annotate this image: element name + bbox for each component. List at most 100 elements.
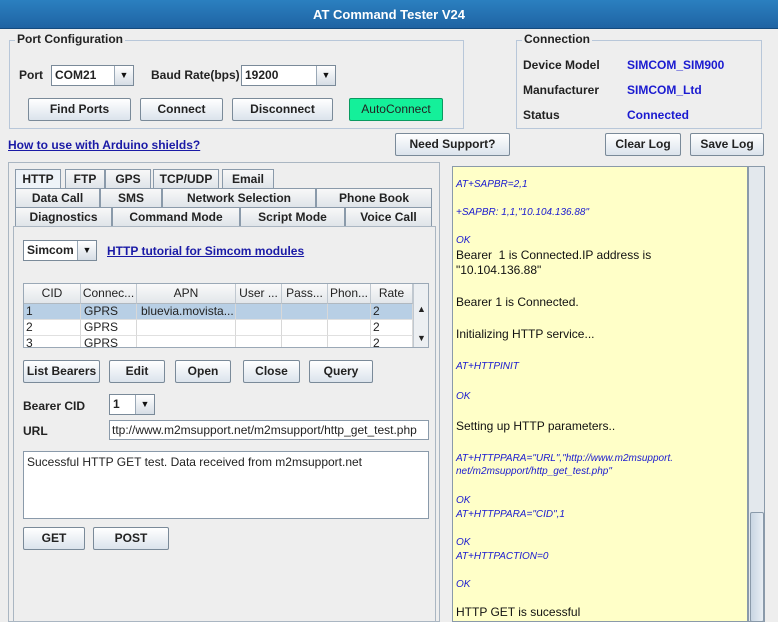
log-line: OK	[456, 537, 471, 548]
status-value: Connected	[627, 108, 690, 122]
table-row[interactable]: 2 GPRS 2	[24, 320, 413, 336]
table-cell	[282, 336, 328, 347]
table-cell: 1	[24, 304, 81, 320]
tab-email[interactable]: Email	[222, 169, 274, 188]
query-button[interactable]: Query	[309, 360, 373, 383]
scrollbar-thumb[interactable]	[750, 512, 764, 622]
bearer-cid-value: 1	[113, 397, 120, 411]
manufacturer-label: Manufacturer	[523, 83, 600, 97]
table-cell	[328, 320, 371, 336]
bearer-cid-label: Bearer CID	[23, 399, 86, 413]
tab-tcp-udp[interactable]: TCP/UDP	[153, 169, 219, 188]
close-button[interactable]: Close	[243, 360, 300, 383]
table-cell	[328, 304, 371, 320]
table-cell	[137, 320, 236, 336]
baud-label: Baud Rate(bps)	[151, 68, 240, 82]
table-scrollbar[interactable]: ▲ ▼	[413, 284, 428, 347]
need-support-button[interactable]: Need Support?	[395, 133, 510, 156]
status-label: Status	[523, 108, 560, 122]
open-button[interactable]: Open	[175, 360, 231, 383]
post-button[interactable]: POST	[93, 527, 169, 550]
table-cell: 3	[24, 336, 81, 347]
column-header[interactable]: Connec...	[81, 284, 137, 304]
module-select[interactable]: Simcom ▼	[23, 240, 97, 261]
module-value: Simcom	[27, 243, 74, 257]
list-bearers-button[interactable]: List Bearers	[23, 360, 100, 383]
table-cell: GPRS	[81, 336, 137, 347]
table-row[interactable]: 1 GPRS bluevia.movista... 2	[24, 304, 413, 320]
table-cell: GPRS	[81, 320, 137, 336]
port-value: COM21	[55, 68, 97, 82]
column-header[interactable]: Pass...	[282, 284, 328, 304]
log-line: HTTP GET is sucessful	[456, 605, 581, 619]
table-cell	[282, 304, 328, 320]
table-cell	[236, 304, 282, 320]
http-tutorial-link[interactable]: HTTP tutorial for Simcom modules	[107, 244, 304, 258]
table-row[interactable]: 3 GPRS 2	[24, 336, 413, 347]
column-header[interactable]: CID	[24, 284, 81, 304]
tab-ftp[interactable]: FTP	[65, 169, 105, 188]
tab-data-call[interactable]: Data Call	[15, 188, 100, 207]
device-model-label: Device Model	[523, 58, 600, 72]
autoconnect-button[interactable]: AutoConnect	[349, 98, 443, 121]
tab-sms[interactable]: SMS	[100, 188, 162, 207]
url-label: URL	[23, 424, 48, 438]
log-scrollbar[interactable]	[748, 166, 765, 622]
chevron-down-icon[interactable]: ▼	[316, 66, 335, 85]
log-line: AT+HTTPACTION=0	[456, 551, 549, 562]
tab-script-mode[interactable]: Script Mode	[240, 207, 345, 226]
get-button[interactable]: GET	[23, 527, 85, 550]
log-line: OK	[456, 495, 471, 506]
log-line: Setting up HTTP parameters..	[456, 419, 616, 433]
log-line: OK	[456, 579, 471, 590]
chevron-down-icon[interactable]: ▼	[417, 333, 426, 343]
tab-gps[interactable]: GPS	[105, 169, 151, 188]
bearer-cid-select[interactable]: 1 ▼	[109, 394, 155, 415]
manufacturer-value: SIMCOM_Ltd	[627, 83, 702, 97]
port-label: Port	[19, 68, 43, 82]
chevron-up-icon[interactable]: ▲	[417, 304, 426, 314]
response-textarea[interactable]: Sucessful HTTP GET test. Data received f…	[23, 451, 429, 519]
port-select[interactable]: COM21 ▼	[51, 65, 134, 86]
window-edge	[765, 166, 778, 622]
column-header[interactable]: User ...	[236, 284, 282, 304]
log-output[interactable]: AT+SAPBR=2,1 +SAPBR: 1,1,"10.104.136.88"…	[452, 166, 748, 622]
find-ports-button[interactable]: Find Ports	[28, 98, 131, 121]
bearer-table[interactable]: CID Connec... APN User ... Pass... Phon.…	[23, 283, 429, 348]
table-cell	[236, 320, 282, 336]
connect-button[interactable]: Connect	[140, 98, 223, 121]
column-header[interactable]: Rate	[371, 284, 413, 304]
edit-button[interactable]: Edit	[109, 360, 165, 383]
chevron-down-icon[interactable]: ▼	[135, 395, 154, 414]
connection-title: Connection	[522, 32, 592, 46]
chevron-down-icon[interactable]: ▼	[114, 66, 133, 85]
url-input[interactable]: ttp://www.m2msupport.net/m2msupport/http…	[109, 420, 429, 440]
table-cell: bluevia.movista...	[137, 304, 236, 320]
log-line: OK	[456, 235, 471, 246]
window-title: AT Command Tester V24	[0, 0, 778, 29]
log-line: Bearer 1 is Connected.	[456, 295, 579, 309]
clear-log-button[interactable]: Clear Log	[605, 133, 681, 156]
table-cell	[282, 320, 328, 336]
table-cell	[137, 336, 236, 347]
log-line: Bearer 1 is Connected.IP address is	[456, 248, 652, 262]
baud-select[interactable]: 19200 ▼	[241, 65, 336, 86]
table-cell: 2	[371, 304, 413, 320]
column-header[interactable]: APN	[137, 284, 236, 304]
disconnect-button[interactable]: Disconnect	[232, 98, 333, 121]
tab-http[interactable]: HTTP	[15, 169, 61, 189]
log-line: net/m2msupport/http_get_test.php"	[456, 466, 612, 477]
device-model-value: SIMCOM_SIM900	[627, 58, 725, 72]
tab-command-mode[interactable]: Command Mode	[112, 207, 240, 226]
column-header[interactable]: Phon...	[328, 284, 371, 304]
tab-diagnostics[interactable]: Diagnostics	[15, 207, 112, 226]
tab-voice-call[interactable]: Voice Call	[345, 207, 432, 226]
chevron-down-icon[interactable]: ▼	[77, 241, 96, 260]
baud-value: 19200	[245, 68, 279, 82]
save-log-button[interactable]: Save Log	[690, 133, 764, 156]
arduino-help-link[interactable]: How to use with Arduino shields?	[8, 138, 200, 152]
tab-network-selection[interactable]: Network Selection	[162, 188, 316, 207]
log-line: AT+SAPBR=2,1	[456, 179, 528, 190]
log-line: Initializing HTTP service...	[456, 327, 595, 341]
tab-phone-book[interactable]: Phone Book	[316, 188, 432, 207]
